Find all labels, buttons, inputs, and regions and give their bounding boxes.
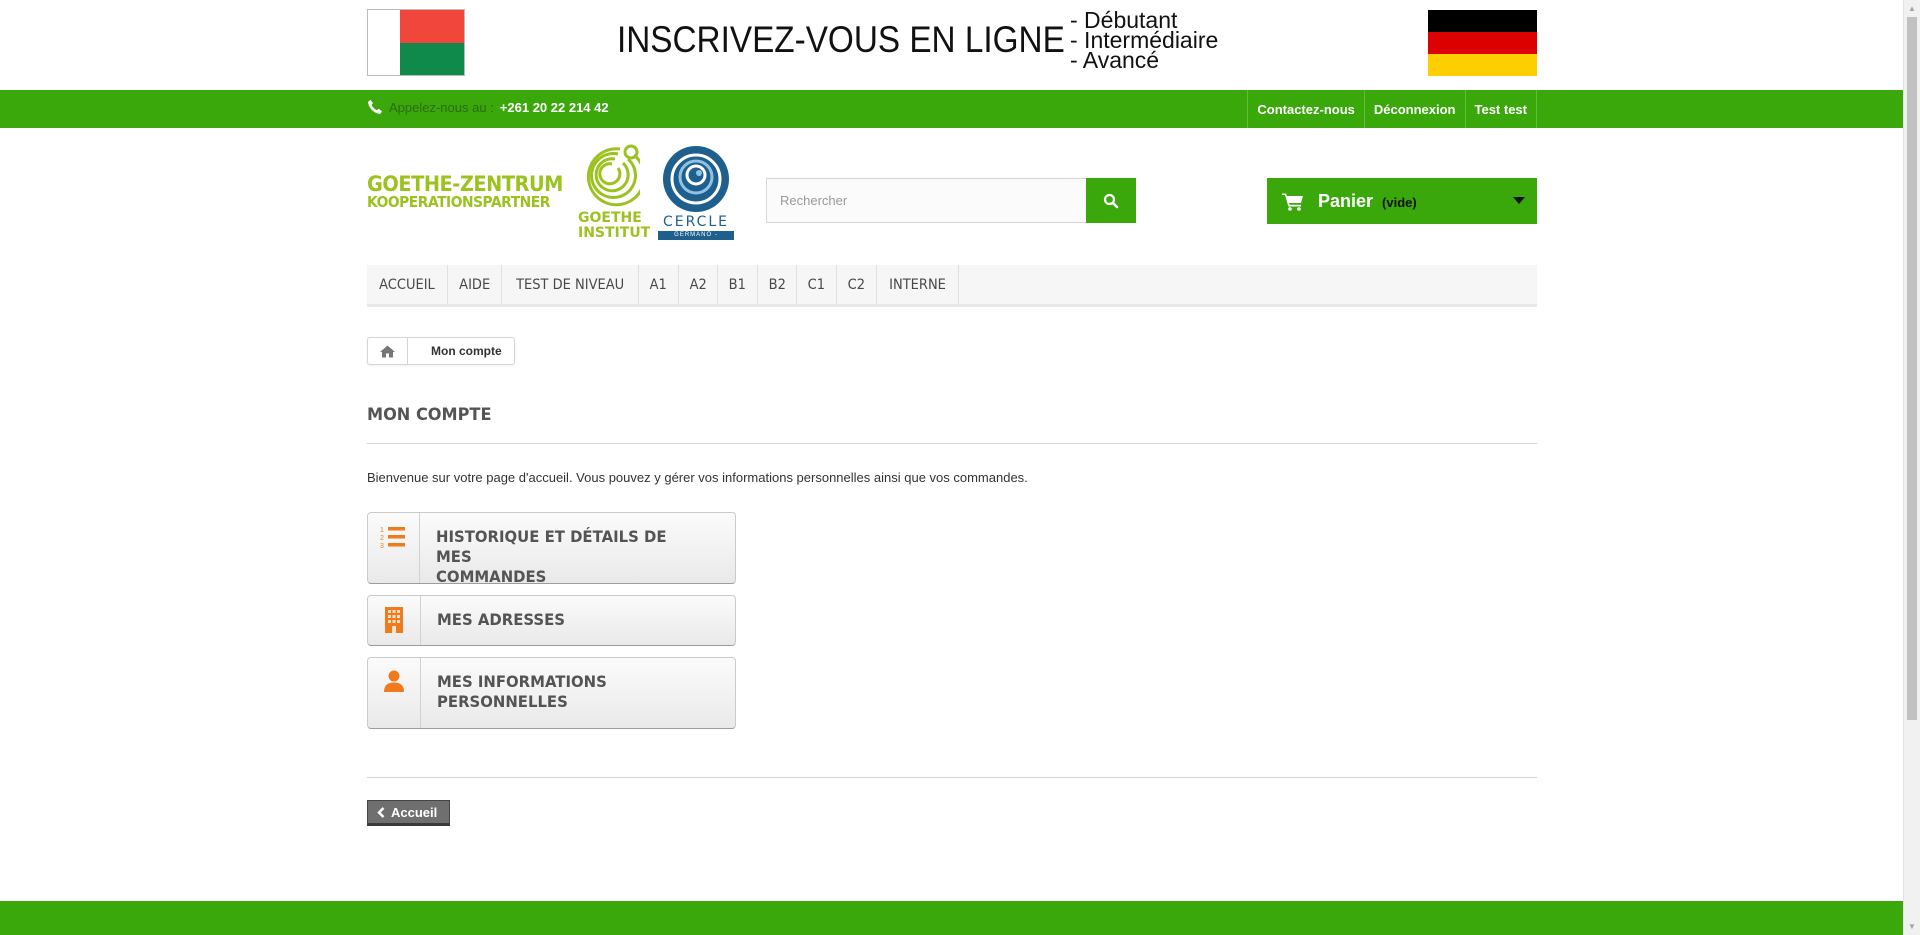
label-line: MES INFORMATIONS (437, 672, 607, 691)
menu-item-aide[interactable]: AIDE (448, 265, 503, 304)
menu-label: ACCUEIL (379, 276, 435, 293)
account-link[interactable]: Test test (1464, 90, 1537, 128)
menu-label: TEST DE NIVEAU (516, 276, 625, 293)
contact-link[interactable]: Contactez-nous (1247, 90, 1364, 128)
button-label: MES ADRESSES (421, 596, 591, 645)
menu-label: B2 (768, 276, 786, 293)
vertical-scrollbar[interactable]: ▲ ▼ (1903, 0, 1920, 935)
banner: INSCRIVEZ-VOUS EN LIGNE - Débutant - Int… (0, 0, 1903, 90)
footer (0, 901, 1903, 935)
menu-label: AIDE (459, 276, 491, 293)
account-info-text: Bienvenue sur votre page d'accueil. Vous… (367, 470, 1028, 485)
button-label: HISTORIQUE ET DÉTAILS DE MES COMMANDES (420, 513, 735, 583)
breadcrumb: Mon compte (367, 337, 515, 365)
top-links: Contactez-nous Déconnexion Test test (1247, 90, 1537, 128)
levels-list: - Débutant - Intermédiaire - Avancé (1070, 9, 1218, 73)
scroll-up-icon[interactable]: ▲ (1904, 0, 1920, 17)
label-line: COMMANDES (435, 567, 546, 584)
chevron-left-icon (377, 806, 385, 818)
menu-label: INTERNE (888, 276, 946, 293)
menu-item-b1[interactable]: B1 (718, 265, 758, 304)
logo-line: INSTITUT (578, 225, 651, 241)
svg-text:1: 1 (380, 527, 384, 534)
back-label: Accueil (391, 804, 438, 820)
main-menu: ACCUEIL AIDE TEST DE NIVEAU A1 A2 B1 B2 … (367, 265, 1537, 307)
menu-label: C2 (847, 276, 866, 293)
phone-icon (368, 100, 382, 114)
phone-label: Appelez-nous au : (389, 99, 494, 115)
menu-item-interne[interactable]: INTERNE (877, 265, 959, 304)
cart-button[interactable]: Panier (vide) (1267, 178, 1537, 224)
back-home-button[interactable]: Accueil (367, 800, 450, 826)
breadcrumb-home[interactable] (368, 338, 408, 364)
search-button[interactable] (1086, 178, 1136, 223)
label-line: PERSONNELLES (437, 692, 568, 711)
icon-cell: 1 2 3 (368, 513, 420, 583)
ordered-list-icon: 1 2 3 (380, 527, 406, 549)
menu-label: A1 (650, 276, 668, 293)
icon-cell (368, 596, 421, 645)
cercle-subtitle: GERMANO - MALAGASY (658, 231, 734, 247)
logo-line: KOOPERATIONSPARTNER (367, 193, 550, 211)
svg-text:2: 2 (380, 535, 384, 542)
order-history-button[interactable]: 1 2 3 HISTORIQUE ET DÉTAILS DE MES COMMA… (367, 512, 736, 584)
cercle-name: CERCLE (662, 214, 730, 230)
scroll-down-icon[interactable]: ▼ (1904, 918, 1920, 935)
icon-cell (368, 658, 421, 728)
menu-label: A2 (689, 276, 707, 293)
chevron-down-icon (1513, 197, 1525, 204)
search-bar (766, 178, 1136, 223)
menu-item-test-de-niveau[interactable]: TEST DE NIVEAU (502, 265, 640, 304)
personal-info-button[interactable]: MES INFORMATIONS PERSONNELLES (367, 657, 736, 729)
goethe-spiral-icon (586, 144, 646, 207)
search-icon (1103, 193, 1119, 208)
top-bar: Appelez-nous au : +261 20 22 214 42 Cont… (0, 90, 1903, 128)
menu-item-c1[interactable]: C1 (797, 265, 838, 304)
home-icon (380, 345, 395, 357)
cart-icon (1282, 193, 1303, 211)
menu-item-c2[interactable]: C2 (837, 265, 877, 304)
menu-item-accueil[interactable]: ACCUEIL (367, 265, 448, 304)
page-title: MON COMPTE (367, 405, 1537, 444)
logo-line: GOETHE (578, 210, 642, 226)
svg-text:3: 3 (380, 543, 384, 549)
phone-number: +261 20 22 214 42 (499, 99, 609, 115)
banner-title: INSCRIVEZ-VOUS EN LIGNE (617, 19, 1065, 60)
logout-link[interactable]: Déconnexion (1363, 90, 1465, 128)
addresses-button[interactable]: MES ADRESSES (367, 595, 736, 646)
button-label: MES INFORMATIONS PERSONNELLES (421, 658, 636, 728)
label-line: MES ADRESSES (437, 610, 566, 629)
level-item: - Avancé (1070, 47, 1160, 73)
cercle-logo: CERCLE GERMANO - MALAGASY (656, 143, 736, 247)
logo-line: GOETHE-ZENTRUM (367, 172, 563, 196)
cercle-emblem-icon (663, 146, 729, 212)
building-icon (385, 607, 403, 633)
scrollbar-thumb[interactable] (1907, 17, 1917, 720)
search-input[interactable] (766, 178, 1086, 223)
madagascar-flag (367, 9, 465, 76)
user-icon (384, 670, 404, 692)
menu-label: C1 (808, 276, 826, 293)
page-title-text: MON COMPTE (367, 405, 492, 425)
cart-label: Panier (1318, 190, 1374, 211)
menu-label: B1 (729, 276, 747, 293)
divider (367, 777, 1537, 778)
cart-status: (vide) (1382, 195, 1417, 210)
menu-item-a1[interactable]: A1 (639, 265, 679, 304)
germany-flag (1428, 10, 1537, 76)
goethe-zentrum-logo[interactable]: GOETHE-ZENTRUM KOOPERATIONSPARTNER (367, 172, 580, 211)
goethe-institut-text: GOETHE INSTITUT (578, 211, 650, 241)
menu-item-b2[interactable]: B2 (758, 265, 798, 304)
goethe-institut-logo: GOETHE INSTITUT (576, 143, 650, 241)
phone-info: Appelez-nous au : +261 20 22 214 42 (367, 99, 609, 115)
menu-item-a2[interactable]: A2 (679, 265, 719, 304)
breadcrumb-current: Mon compte (431, 344, 502, 358)
label-line: HISTORIQUE ET DÉTAILS DE MES (435, 527, 667, 566)
